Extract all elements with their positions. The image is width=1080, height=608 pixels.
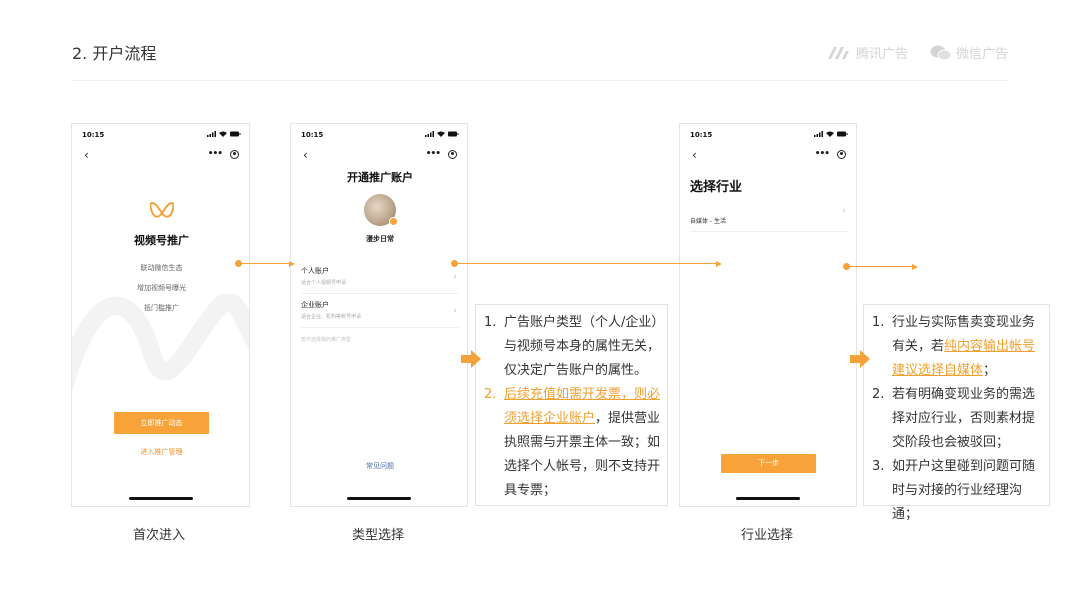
signal-icon (207, 131, 216, 137)
note-industry: 1. 行业与实际售卖变现业务有关，若纯内容输出帐号建议选择自媒体； 2. 若有明… (863, 304, 1050, 522)
option-title: 个人账户 (301, 267, 329, 275)
note-account-type: 1. 广告账户类型（个人/企业）与视频号本身的属性无关，仅决定广告账户的属性。 … (475, 304, 668, 506)
faq-link[interactable]: 常见问题 (291, 461, 467, 471)
avatar-badge-icon (389, 217, 398, 226)
arrow-head-icon (716, 260, 722, 267)
wifi-icon (826, 131, 834, 137)
chevron-right-icon: › (453, 306, 457, 316)
phone2-heading: 开通推广账户 (347, 171, 413, 184)
back-chevron-icon[interactable]: ‹ (84, 148, 89, 162)
close-target-icon[interactable] (448, 149, 457, 159)
note2-item-3: 3. 如开户这里碰到问题可随时与对接的行业经理沟通； (872, 455, 1043, 527)
option-desc: 适合个人视频号申请 (301, 280, 347, 286)
option-title: 企业账户 (301, 301, 329, 309)
skip-hint[interactable]: 暂不选择我的推广类型 (301, 336, 351, 343)
item-number: 1. (484, 315, 497, 330)
close-target-icon[interactable] (230, 149, 239, 159)
arrow-head-icon (289, 260, 295, 267)
phone-type-select: 10:15 ‹ ••• 开通推广账户 漫步日常 个人账户 适合个人视频号申请 ›… (290, 123, 468, 507)
item-text-end: ； (983, 363, 997, 378)
close-target-icon[interactable] (837, 149, 846, 159)
note1-item-2: 2. 后续充值如需开发票，则必须选择企业账户，提供营业执照需与开票主体一致；如选… (484, 383, 661, 503)
arrow-right-icon (850, 350, 870, 368)
phone1-line-3: 抵门槛推广 (144, 304, 179, 312)
home-indicator (128, 497, 193, 500)
back-chevron-icon[interactable]: ‹ (303, 148, 308, 162)
arrow-right-icon (461, 350, 481, 368)
back-chevron-icon[interactable]: ‹ (692, 148, 697, 162)
caption-first-entry: 首次进入 (133, 528, 186, 543)
tencent-ads-brand: 腾讯广告 (826, 43, 908, 62)
channels-logo-icon (150, 201, 174, 218)
connector-line (239, 263, 291, 264)
battery-icon (837, 131, 848, 137)
more-icon[interactable]: ••• (815, 149, 830, 159)
item-text: 广告账户类型（个人/企业）与视频号本身的属性无关，仅决定广告账户的属性。 (504, 315, 661, 378)
wifi-icon (437, 131, 445, 137)
promotion-management-link[interactable]: 进入推广管理 (72, 447, 249, 457)
wechat-logo-icon (930, 45, 952, 60)
wechat-ads-brand: 微信广告 (930, 43, 1008, 62)
phone1-heading: 视频号推广 (134, 234, 189, 247)
status-time: 10:15 (301, 131, 324, 139)
battery-icon (448, 131, 459, 137)
phone3-heading: 选择行业 (690, 180, 743, 195)
phone1-line-1: 联动微信生态 (140, 264, 183, 272)
option-desc: 适合企业、机构等账号申请 (301, 314, 362, 320)
item-number: 2. (484, 387, 497, 402)
option-enterprise-account[interactable]: 企业账户 适合企业、机构等账号申请 › (301, 300, 459, 328)
chevron-right-icon: › (842, 206, 846, 216)
item-number: 3. (872, 459, 885, 474)
item-number: 1. (872, 315, 885, 330)
status-time: 10:15 (82, 131, 105, 139)
status-icons (814, 131, 848, 137)
note2-item-2: 2. 若有明确变现业务的需选择对应行业，否则素材提交阶段也会被驳回； (872, 383, 1043, 455)
connector-line (455, 263, 717, 264)
wifi-icon (219, 131, 227, 137)
caption-type-select: 类型选择 (352, 528, 405, 543)
home-indicator (347, 497, 411, 500)
account-name: 漫步日常 (366, 235, 394, 243)
page-title: 2. 开户流程 (72, 44, 157, 63)
wechat-ads-label: 微信广告 (956, 47, 1009, 62)
tencent-ads-label: 腾讯广告 (856, 47, 909, 62)
item-text: 若有明确变现业务的需选择对应行业，否则素材提交阶段也会被驳回； (892, 387, 1036, 450)
caption-industry-select: 行业选择 (741, 528, 794, 543)
item-text: 如开户这里碰到问题可随时与对接的行业经理沟通； (892, 459, 1036, 522)
note1-item-1: 1. 广告账户类型（个人/企业）与视频号本身的属性无关，仅决定广告账户的属性。 (484, 311, 661, 383)
status-icons (425, 131, 459, 137)
more-icon[interactable]: ••• (426, 149, 441, 159)
home-indicator (736, 497, 800, 500)
industry-value: 自媒体 - 生活 (690, 218, 726, 225)
option-personal-account[interactable]: 个人账户 适合个人视频号申请 › (301, 266, 459, 294)
connector-line (847, 266, 913, 267)
item-number: 2. (872, 387, 885, 402)
capsule-menu[interactable]: ••• (426, 149, 457, 159)
battery-icon (230, 131, 241, 137)
signal-icon (814, 131, 823, 137)
phone1-line-2: 增加视频号曝光 (137, 284, 186, 292)
status-icons (207, 131, 241, 137)
next-step-button[interactable]: 下一步 (721, 454, 816, 473)
note2-item-1: 1. 行业与实际售卖变现业务有关，若纯内容输出帐号建议选择自媒体； (872, 311, 1043, 383)
capsule-menu[interactable]: ••• (815, 149, 846, 159)
phone-first-entry: 10:15 ‹ ••• 视频号推广 联动微信生态 增加视频号曝光 抵门槛推广 立… (71, 123, 250, 507)
promote-now-button[interactable]: 立即推广动态 (114, 412, 209, 434)
status-time: 10:15 (690, 131, 713, 139)
more-icon[interactable]: ••• (208, 149, 223, 159)
tencent-ads-logo-icon (828, 46, 849, 59)
phone-industry-select: 10:15 ‹ ••• 选择行业 自媒体 - 生活 › 下一步 (679, 123, 857, 507)
arrow-head-icon (912, 263, 918, 270)
header-divider (72, 80, 1007, 81)
industry-selector[interactable]: 自媒体 - 生活 › (690, 206, 848, 232)
signal-icon (425, 131, 434, 137)
capsule-menu[interactable]: ••• (208, 149, 239, 159)
chevron-right-icon: › (453, 272, 457, 282)
